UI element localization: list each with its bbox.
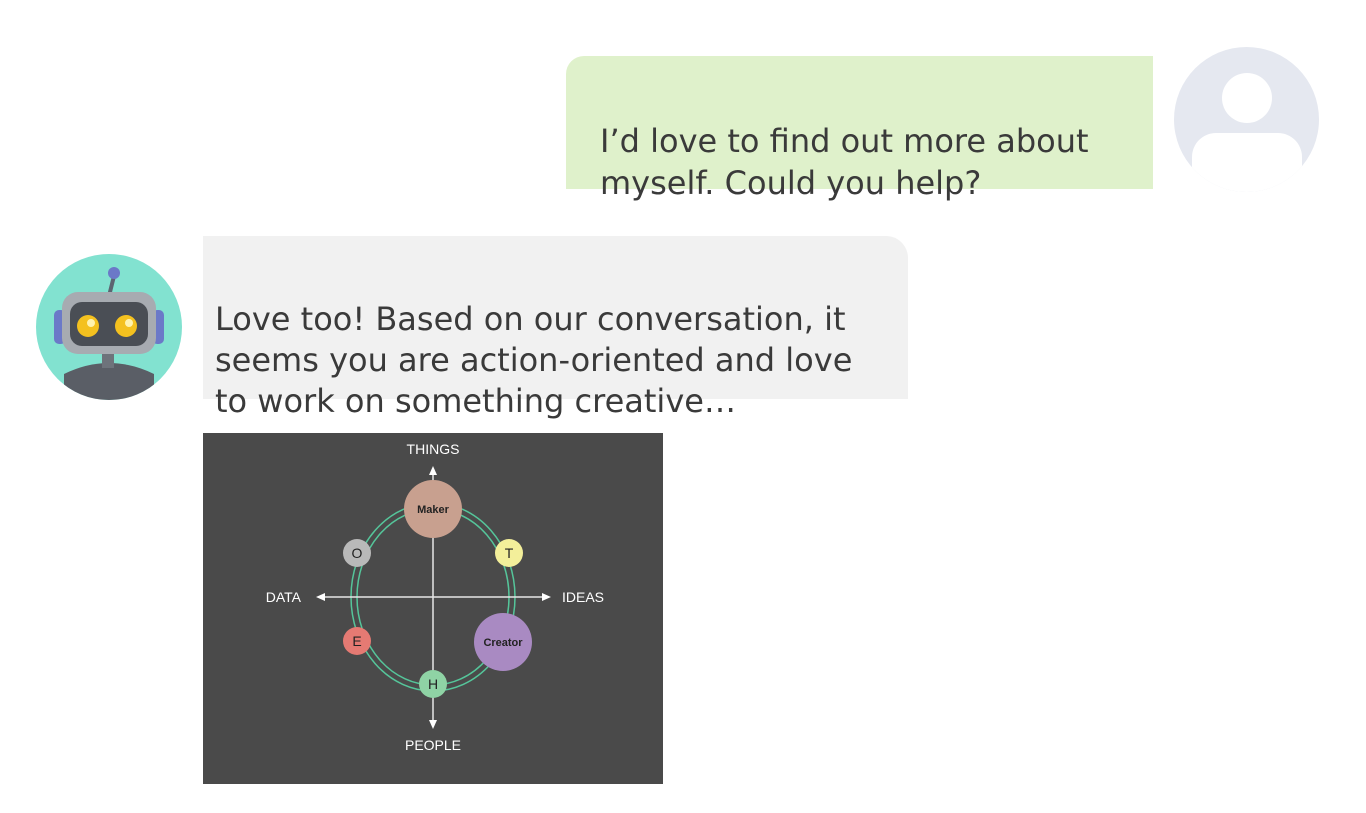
user-message-text: I’d love to find out more about myself. …: [600, 122, 1089, 202]
axis-label-bottom: PEOPLE: [405, 737, 461, 753]
creator-label: Creator: [483, 637, 523, 649]
arrow-right-icon: [542, 593, 551, 601]
axis-label-top: THINGS: [407, 441, 460, 457]
maker-label: Maker: [417, 504, 450, 516]
arrow-down-icon: [429, 720, 437, 729]
axis-label-right: IDEAS: [562, 589, 604, 605]
axis-label-left: DATA: [266, 589, 302, 605]
personality-diagram[interactable]: THINGS PEOPLE DATA IDEAS Maker Creator O…: [203, 433, 663, 784]
robot-icon: [36, 254, 182, 400]
user-message-bubble: I’d love to find out more about myself. …: [566, 56, 1153, 202]
h-label: H: [428, 676, 438, 692]
arrow-left-icon: [316, 593, 325, 601]
bot-message-text: Love too! Based on our conversation, it …: [215, 300, 853, 420]
t-label: T: [505, 545, 514, 561]
o-label: O: [352, 545, 363, 561]
e-label: E: [352, 633, 361, 649]
bot-message-bubble: Love too! Based on our conversation, it …: [203, 236, 908, 420]
diagram-canvas: THINGS PEOPLE DATA IDEAS Maker Creator O…: [266, 441, 604, 753]
arrow-up-icon: [429, 466, 437, 475]
user-placeholder-icon: [1174, 47, 1319, 192]
